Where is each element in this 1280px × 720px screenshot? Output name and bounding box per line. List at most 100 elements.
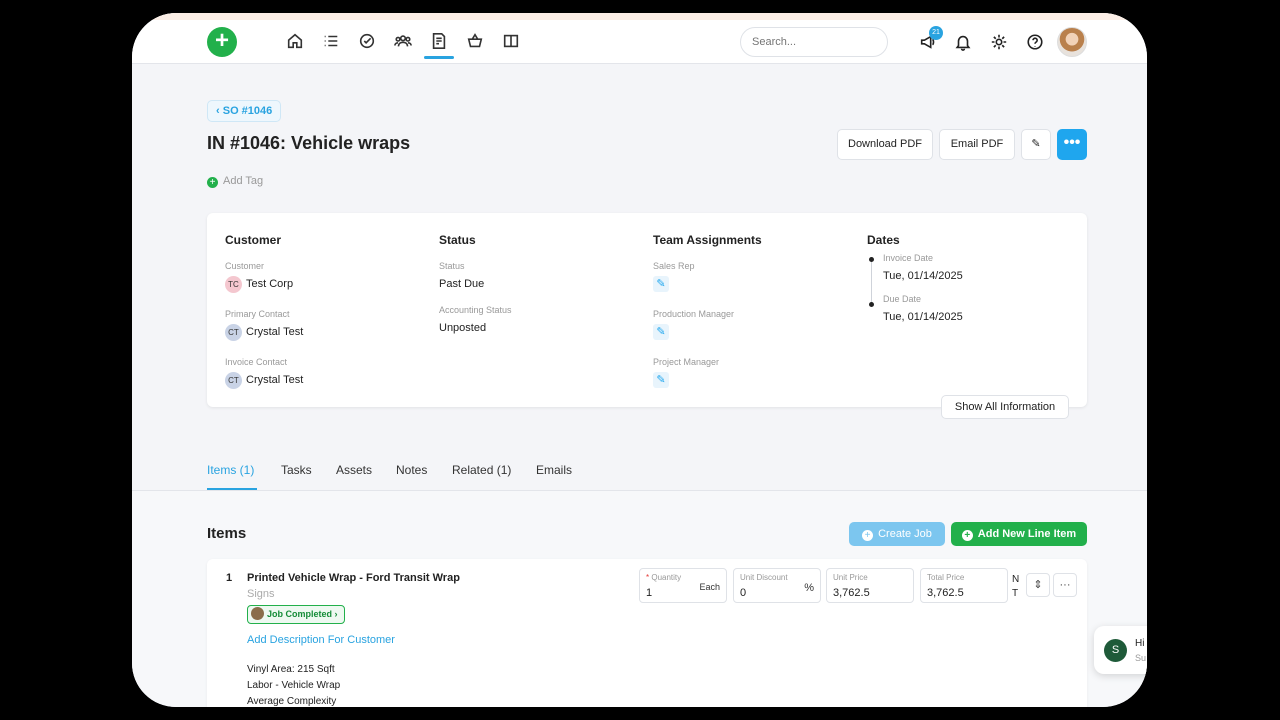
search-input[interactable] (740, 27, 888, 57)
total-price-field[interactable]: Total Price 3,762.5 (920, 568, 1008, 603)
project-manager-value: ✎ (653, 371, 853, 389)
customer-heading: Customer (225, 233, 282, 247)
timeline-dot (869, 302, 874, 307)
total-price-label: Total Price (927, 573, 965, 582)
production-manager-edit-icon[interactable]: ✎ (653, 324, 669, 340)
add-tag-label: Add Tag (223, 175, 264, 187)
quantity-unit: Each (699, 582, 720, 592)
customer-column: Customer Customer TC Test Corp Primary Co… (225, 233, 425, 405)
chat-widget[interactable]: S Hi Su (1094, 626, 1147, 674)
download-pdf-button[interactable]: Download PDF (837, 129, 933, 160)
items-heading: Items (207, 525, 247, 542)
quantity-field[interactable]: * Quantity 1 Each (639, 568, 727, 603)
primary-contact-label: Primary Contact (225, 309, 290, 319)
unit-price-field[interactable]: Unit Price 3,762.5 (826, 568, 914, 603)
line-item-name[interactable]: Printed Vehicle Wrap - Ford Transit Wrap (247, 572, 460, 584)
sales-rep-label: Sales Rep (653, 261, 695, 271)
dates-column: Dates Invoice Date Tue, 01/14/2025 Due D… (867, 233, 1067, 350)
unit-price-label: Unit Price (833, 573, 868, 582)
primary-contact-initials-avatar: CT (225, 323, 242, 341)
add-line-item-label: Add New Line Item (977, 528, 1077, 540)
tab-notes[interactable]: Notes (396, 463, 427, 477)
reorder-button[interactable]: ⇕ (1026, 573, 1050, 597)
top-accent-strip (132, 13, 1147, 20)
team-column: Team Assignments Sales Rep ✎ Production … (653, 233, 853, 405)
more-actions-button[interactable]: ••• (1057, 129, 1087, 160)
due-date-label: Due Date (883, 294, 922, 304)
line-item-description: Vinyl Area: 215 Sqft Labor - Vehicle Wra… (247, 662, 340, 707)
status-column: Status Status Past Due Accounting Status… (439, 233, 639, 353)
description-line: Vinyl Area: 215 Sqft (247, 664, 335, 675)
people-icon[interactable] (394, 32, 414, 52)
quick-add-button[interactable]: + (207, 27, 237, 57)
sort-icon: ⇕ (1033, 579, 1043, 591)
truncated-column-text: N T (1012, 573, 1019, 601)
tab-assets[interactable]: Assets (336, 463, 372, 477)
pencil-icon: ✎ (1031, 138, 1041, 150)
timeline-line (871, 259, 872, 305)
invoice-date-value: Tue, 01/14/2025 (883, 270, 963, 282)
job-thumbnail (251, 607, 264, 620)
basket-icon[interactable] (466, 32, 486, 52)
sales-rep-value: ✎ (653, 275, 853, 293)
team-heading: Team Assignments (653, 233, 762, 247)
accounting-status-value: Unposted (439, 322, 487, 334)
line-item-more-button[interactable]: ··· (1053, 573, 1077, 597)
invoice-info-card: Customer Customer TC Test Corp Primary Co… (207, 213, 1087, 407)
gear-icon[interactable] (990, 33, 1008, 51)
chevron-right-icon: › (332, 609, 338, 619)
project-manager-edit-icon[interactable]: ✎ (653, 372, 669, 388)
description-line: Labor - Vehicle Wrap (247, 680, 341, 691)
customer-value[interactable]: TC Test Corp (225, 275, 425, 293)
line-item-card: 1 Printed Vehicle Wrap - Ford Transit Wr… (207, 559, 1087, 707)
email-pdf-button[interactable]: Email PDF (939, 129, 1015, 160)
status-heading: Status (439, 233, 476, 247)
customer-initials-avatar: TC (225, 275, 242, 293)
notification-count-badge: 21 (929, 26, 943, 40)
customer-name: Test Corp (246, 278, 294, 290)
catalog-icon[interactable] (502, 32, 522, 52)
job-status-badge[interactable]: Job Completed › (247, 605, 345, 624)
add-new-line-item-button[interactable]: + Add New Line Item (951, 522, 1087, 546)
sales-rep-edit-icon[interactable]: ✎ (653, 276, 669, 292)
home-icon[interactable] (286, 32, 306, 52)
quantity-label-text: Quantity (651, 573, 682, 582)
invoice-contact-value[interactable]: CT Crystal Test (225, 371, 425, 389)
dates-heading: Dates (867, 233, 900, 247)
due-date-value: Tue, 01/14/2025 (883, 311, 963, 323)
quantity-label: * Quantity (646, 573, 681, 582)
bell-icon[interactable] (954, 33, 972, 51)
truncated-text-bottom: T (1012, 588, 1019, 599)
production-manager-label: Production Manager (653, 309, 735, 319)
plus-circle-icon: + (862, 530, 874, 541)
create-job-label: Create Job (878, 528, 932, 540)
status-label: Status (439, 261, 465, 271)
invoice-contact-initials-avatar: CT (225, 371, 242, 389)
tab-items[interactable]: Items (1) (207, 463, 254, 477)
truncated-text-top: N (1012, 574, 1020, 585)
show-all-information-button[interactable]: Show All Information (941, 395, 1069, 419)
check-circle-icon[interactable] (358, 32, 378, 52)
customer-label: Customer (225, 261, 265, 271)
tab-related[interactable]: Related (1) (452, 463, 511, 477)
add-description-link[interactable]: Add Description For Customer (247, 634, 395, 646)
breadcrumb[interactable]: ‹ SO #1046 (207, 100, 282, 122)
list-icon[interactable] (322, 32, 342, 52)
unit-discount-field[interactable]: Unit Discount 0 % (733, 568, 821, 603)
primary-contact-value[interactable]: CT Crystal Test (225, 323, 425, 341)
add-tag-link[interactable]: + Add Tag (207, 175, 263, 188)
edit-button[interactable]: ✎ (1021, 129, 1051, 160)
page-title: IN #1046: Vehicle wraps (207, 133, 411, 153)
chat-subtitle: Su (1135, 653, 1147, 663)
tab-emails[interactable]: Emails (536, 463, 572, 477)
dates-timeline: Invoice Date Tue, 01/14/2025 Due Date Tu… (867, 253, 1067, 326)
unit-discount-label: Unit Discount (740, 573, 788, 582)
description-line: Average Complexity (247, 696, 337, 707)
user-avatar[interactable] (1057, 27, 1087, 57)
primary-contact-name: Crystal Test (246, 326, 304, 338)
invoice-icon[interactable] (430, 32, 450, 52)
breadcrumb-label: SO #1046 (222, 105, 273, 117)
create-job-button[interactable]: + Create Job (849, 522, 945, 546)
help-icon[interactable] (1026, 33, 1044, 51)
tab-tasks[interactable]: Tasks (281, 463, 312, 477)
